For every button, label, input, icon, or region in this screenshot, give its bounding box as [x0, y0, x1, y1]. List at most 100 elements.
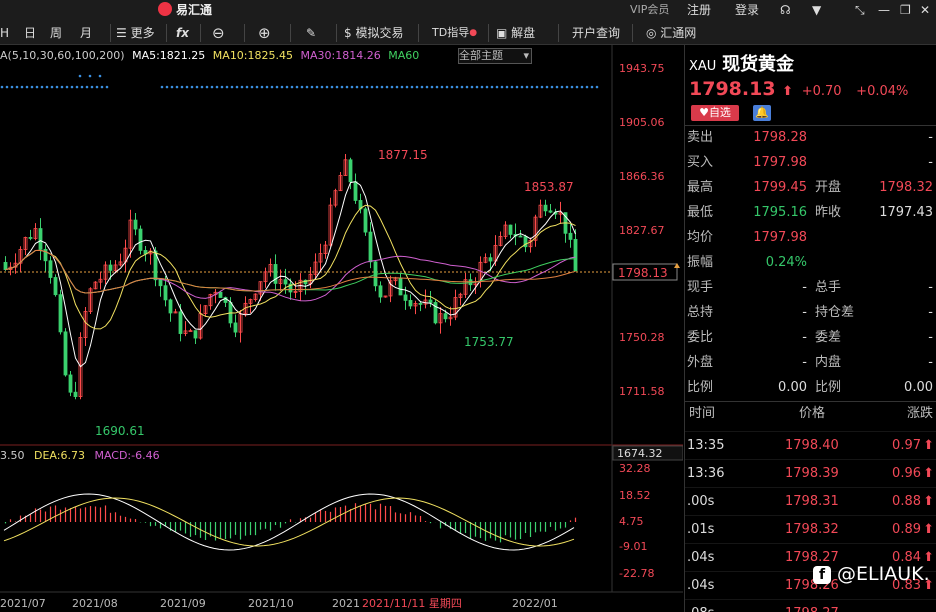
candle-body: [158, 279, 163, 287]
event-marker: [80, 85, 84, 89]
restore-icon[interactable]: ❐: [900, 0, 911, 20]
shirt-icon[interactable]: ▼: [812, 0, 821, 20]
field-value-2: -: [928, 330, 933, 345]
event-marker: [230, 85, 234, 89]
field-label: 外盘: [687, 355, 714, 370]
symbol-header: XAU 现货黄金: [689, 50, 794, 76]
event-marker: [420, 85, 424, 89]
shrink-icon[interactable]: ⤡: [855, 0, 865, 20]
theme-dropdown[interactable]: 全部主题 ▾: [458, 48, 532, 64]
x-axis-label: 2021: [332, 597, 360, 610]
candle-body: [403, 294, 408, 301]
price-change-pct: +0.04%: [856, 84, 909, 99]
high2-annotation: 1853.87: [524, 180, 574, 194]
top-toolbar: 易汇通 VIP会员 注册 登录 ☊ ▼ ⤡ — ❐ ✕ H 日 周 月 ☰ 更多…: [0, 0, 936, 45]
event-marker: [400, 85, 404, 89]
event-marker: [240, 85, 244, 89]
trade-time: .08s: [687, 600, 714, 612]
event-marker: [160, 85, 164, 89]
chart-svg[interactable]: 1943.75 1905.06 1866.36 1827.67 1750.28 1711.…: [0, 45, 683, 612]
event-marker: [15, 85, 19, 89]
zoom-in-icon[interactable]: ⊕: [258, 22, 271, 44]
field-label-2: 比例: [815, 380, 842, 395]
period-week[interactable]: 周: [50, 22, 62, 44]
trade-time: .01s: [687, 522, 715, 537]
draw-pen-icon[interactable]: ✎: [306, 22, 316, 44]
vip-link[interactable]: VIP会员: [630, 0, 669, 20]
login-link[interactable]: 登录: [735, 0, 759, 20]
close-icon[interactable]: ✕: [920, 0, 930, 20]
chevron-down-icon: ▾: [523, 49, 529, 62]
price-axis-label: 1750.28: [619, 331, 665, 344]
field-value: 1797.98: [753, 230, 807, 245]
field-value-2: -: [928, 130, 933, 145]
dif-line: [3, 493, 575, 551]
event-marker: [205, 85, 209, 89]
event-marker: [305, 85, 309, 89]
event-marker: [45, 85, 49, 89]
candle-body: [38, 228, 43, 250]
event-marker: [330, 85, 334, 89]
low2-annotation: 1753.77: [464, 335, 514, 349]
field-value-2: -: [928, 355, 933, 370]
more-label: 更多: [130, 26, 155, 40]
field-value-2: 1798.32: [879, 180, 933, 195]
macd-axis-label: -22.78: [619, 567, 654, 580]
event-marker: [495, 85, 499, 89]
event-marker: [75, 85, 79, 89]
register-link[interactable]: 注册: [687, 0, 711, 20]
event-marker: [575, 85, 579, 89]
field-value-2: -: [928, 155, 933, 170]
trade-row: .08s 1798.27: [685, 599, 936, 612]
zoom-out-icon[interactable]: ⊖: [212, 22, 225, 44]
simulate-trade-button[interactable]: $ 模拟交易: [344, 22, 403, 44]
event-marker: [325, 85, 329, 89]
headset-icon[interactable]: ☊: [780, 0, 791, 20]
event-marker: [510, 85, 514, 89]
quote-field-row: 总持 - 持仓差 -: [685, 300, 936, 325]
quote-field-row: 买入 1797.98 -: [685, 150, 936, 175]
up-arrow-icon: ⬆: [923, 494, 934, 509]
bell-icon[interactable]: 🔔: [753, 105, 771, 121]
ma30-value: MA30:1814.26: [300, 49, 381, 62]
open-account-button[interactable]: 开户查询: [572, 22, 620, 44]
event-marker: [295, 85, 299, 89]
candle-body: [133, 219, 138, 230]
event-marker: [100, 85, 104, 89]
td-guide-button[interactable]: TD指导●: [432, 22, 477, 44]
field-value: 0.00: [778, 380, 807, 395]
candle-body: [163, 285, 168, 301]
event-marker: [350, 85, 354, 89]
field-label: 总持: [687, 305, 714, 320]
quote-field-row: 最低 1795.16 昨收 1797.43: [685, 200, 936, 225]
event-marker: [595, 85, 599, 89]
unlock-button[interactable]: ▣ 解盘: [496, 22, 535, 44]
app-title: 易汇通: [158, 0, 212, 20]
field-value: 1799.45: [753, 180, 807, 195]
minimize-icon[interactable]: —: [878, 0, 890, 20]
symbol-name: 现货黄金: [722, 54, 795, 75]
watch-label: 自选: [708, 106, 731, 119]
more-menu[interactable]: ☰ 更多: [116, 22, 155, 44]
event-marker: [435, 85, 439, 89]
fx-button[interactable]: fx: [176, 22, 189, 44]
huitong-button[interactable]: ◎ 汇通网: [646, 22, 696, 44]
period-month[interactable]: 月: [80, 22, 92, 44]
period-h[interactable]: H: [0, 22, 9, 44]
event-marker: [95, 85, 99, 89]
macd-axis-label: 18.52: [619, 489, 651, 502]
trade-price: 1798.31: [785, 494, 839, 509]
event-marker: [98, 74, 102, 78]
watchlist-button[interactable]: ♥自选: [691, 105, 739, 121]
candle-body: [443, 313, 448, 320]
candle-body: [368, 231, 373, 263]
event-marker: [515, 85, 519, 89]
event-marker: [395, 85, 399, 89]
price-axis-label: 1905.06: [619, 116, 665, 129]
candle-body: [28, 237, 33, 239]
event-marker: [520, 85, 524, 89]
up-arrow-icon: ⬆: [923, 466, 934, 481]
kline-chart-area[interactable]: 1943.75 1905.06 1866.36 1827.67 1750.28 1711.…: [0, 45, 683, 612]
facebook-icon: f: [813, 566, 831, 584]
period-day[interactable]: 日: [24, 22, 36, 44]
